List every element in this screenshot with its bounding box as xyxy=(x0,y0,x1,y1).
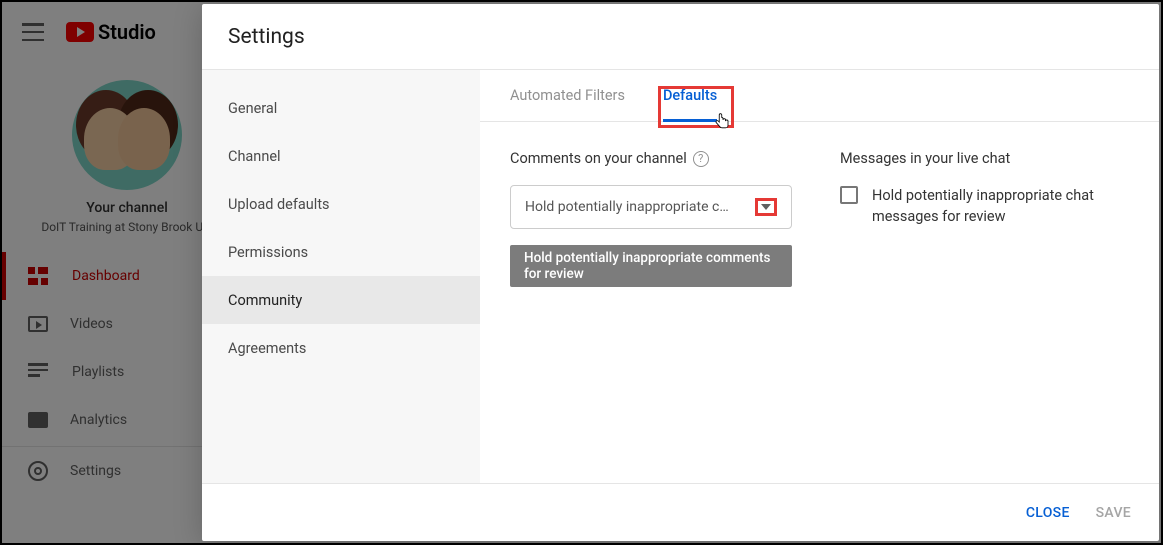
comments-column: Comments on your channel ? Hold potentia… xyxy=(510,150,792,287)
community-tabs: Automated Filters Defaults xyxy=(480,70,1159,122)
settings-nav-permissions[interactable]: Permissions xyxy=(202,228,480,276)
settings-content: Automated Filters Defaults Comments on y… xyxy=(480,70,1159,483)
select-caret-highlight xyxy=(755,198,777,216)
help-icon[interactable]: ? xyxy=(693,151,709,167)
settings-nav-community[interactable]: Community xyxy=(202,276,480,324)
comments-dropdown-option[interactable]: Hold potentially inappropriate comments … xyxy=(510,245,792,287)
modal-header: Settings xyxy=(202,4,1159,70)
settings-nav-agreements[interactable]: Agreements xyxy=(202,324,480,372)
livechat-heading: Messages in your live chat xyxy=(840,150,1010,167)
settings-modal: Settings General Channel Upload defaults… xyxy=(202,4,1159,541)
livechat-checkbox-label: Hold potentially inappropriate chat mess… xyxy=(872,185,1129,227)
settings-nav: General Channel Upload defaults Permissi… xyxy=(202,70,480,483)
comments-heading: Comments on your channel xyxy=(510,150,687,167)
livechat-column: Messages in your live chat Hold potentia… xyxy=(840,150,1129,287)
settings-nav-upload-defaults[interactable]: Upload defaults xyxy=(202,180,480,228)
dropdown-option-label: Hold potentially inappropriate comments … xyxy=(524,250,778,282)
close-button[interactable]: Close xyxy=(1026,505,1070,521)
comments-select[interactable]: Hold potentially inappropriate c… xyxy=(510,185,792,229)
modal-footer: Close Save xyxy=(202,483,1159,541)
settings-nav-general[interactable]: General xyxy=(202,84,480,132)
comments-select-value: Hold potentially inappropriate c… xyxy=(525,199,729,215)
pointer-cursor-icon xyxy=(713,112,733,132)
modal-title: Settings xyxy=(228,25,305,49)
save-button[interactable]: Save xyxy=(1096,505,1131,521)
livechat-hold-checkbox[interactable] xyxy=(840,186,858,204)
tab-automated-filters[interactable]: Automated Filters xyxy=(510,70,625,121)
settings-nav-channel[interactable]: Channel xyxy=(202,132,480,180)
chevron-down-icon xyxy=(761,204,771,210)
